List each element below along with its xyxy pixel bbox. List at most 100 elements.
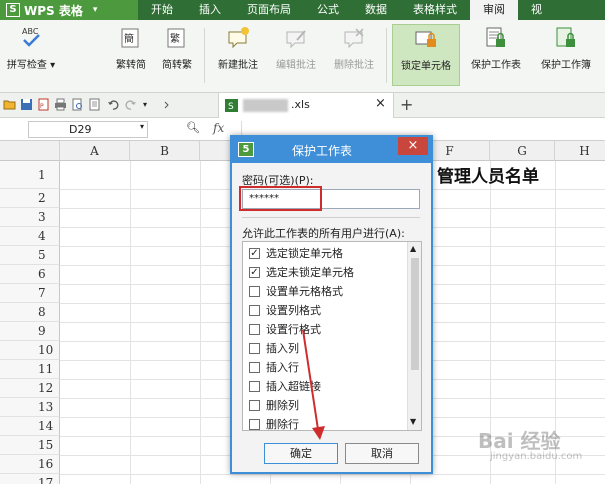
permission-item[interactable]: ✓ 选定锁定单元格 [249, 244, 343, 262]
tab-home[interactable]: 开始 [138, 0, 186, 20]
customize-caret-icon[interactable]: ▾ [143, 100, 156, 113]
tab-insert[interactable]: 插入 [186, 0, 234, 20]
permission-item[interactable]: 设置列格式 [249, 301, 321, 319]
edit-comment-button[interactable]: 编辑批注 [271, 24, 321, 86]
row-header[interactable]: 5 [0, 246, 60, 265]
row-header[interactable]: 13 [0, 398, 60, 417]
column-header[interactable]: A [60, 141, 130, 161]
simp-to-trad-label: 简转繁 [162, 60, 192, 71]
tab-table-style[interactable]: 表格样式 [400, 0, 470, 20]
wps-logo-icon: S [6, 3, 20, 17]
checkbox[interactable] [249, 323, 260, 335]
tab-formulas[interactable]: 公式 [304, 0, 352, 20]
row-header[interactable]: 15 [0, 436, 60, 455]
list-scrollbar[interactable]: ▲ ▼ [407, 242, 421, 430]
select-all-corner[interactable] [0, 141, 60, 161]
tab-review[interactable]: 审阅 [470, 0, 518, 20]
checkbox[interactable] [249, 380, 260, 392]
more-icon[interactable] [162, 98, 175, 111]
open-folder-icon[interactable] [3, 98, 16, 111]
permission-label: 选定锁定单元格 [266, 247, 343, 260]
row-header[interactable]: 11 [0, 360, 60, 379]
new-tab-icon[interactable]: + [400, 95, 413, 114]
delete-comment-button[interactable]: 删除批注 [329, 24, 379, 86]
checkbox[interactable] [249, 399, 260, 411]
row-header[interactable]: 16 [0, 455, 60, 474]
row-header[interactable]: 1 [0, 161, 60, 189]
permissions-list[interactable]: ✓ 选定锁定单元格 ✓ 选定未锁定单元格 设置单元格格式 设置列格式 设置行格式 插… [242, 241, 422, 431]
dialog-close-button[interactable]: × [398, 137, 428, 155]
name-box-caret-icon[interactable]: ▾ [140, 122, 144, 131]
lock-cell-button[interactable]: 锁定单元格 [392, 24, 460, 86]
permission-label: 设置列格式 [266, 304, 321, 317]
column-header[interactable]: B [130, 141, 200, 161]
protect-sheet-dialog: 5 保护工作表 × 密码(可选)(P): ****** 允许此工作表的所有用户进… [230, 135, 433, 474]
print-preview-icon[interactable] [71, 98, 84, 111]
permission-item[interactable]: 删除列 [249, 396, 299, 414]
tab-page-layout[interactable]: 页面布局 [234, 0, 304, 20]
checkbox[interactable] [249, 342, 260, 354]
protect-book-button[interactable]: 保护工作簿 [533, 24, 599, 86]
row-header[interactable]: 7 [0, 284, 60, 303]
app-menu-button[interactable]: S WPS 表格 ▾ [0, 0, 138, 20]
close-tab-icon[interactable]: × [375, 96, 386, 111]
column-header[interactable]: G [490, 141, 555, 161]
ribbon-separator [386, 28, 387, 83]
row-header[interactable]: 9 [0, 322, 60, 341]
column-header[interactable]: H [555, 141, 605, 161]
redo-icon[interactable] [124, 98, 137, 111]
permission-item[interactable]: 插入列 [249, 339, 299, 357]
spellcheck-button[interactable]: ABC 拼写检查 ▾ [4, 24, 58, 86]
permission-item[interactable]: 设置行格式 [249, 320, 321, 338]
trad-to-simp-button[interactable]: 簡 繁转简 [110, 24, 152, 86]
ribbon-separator [204, 28, 205, 83]
checkbox[interactable] [249, 285, 260, 297]
sheet-title-cell[interactable]: 管理人员名单 [437, 162, 539, 187]
row-header[interactable]: 17 [0, 474, 60, 484]
ok-button[interactable]: 确定 [264, 443, 338, 464]
row-header[interactable]: 4 [0, 227, 60, 246]
function-icon[interactable]: fx [213, 121, 224, 135]
scroll-up-icon[interactable]: ▲ [410, 244, 416, 253]
checkbox-checked[interactable]: ✓ [249, 266, 260, 278]
spellcheck-icon: ABC [17, 24, 45, 52]
row-header[interactable]: 12 [0, 379, 60, 398]
zoom-icon[interactable]: 🔍︎ [186, 121, 200, 134]
row-header[interactable]: 6 [0, 265, 60, 284]
checkbox[interactable] [249, 304, 260, 316]
row-header[interactable]: 2 [0, 189, 60, 208]
permission-item[interactable]: 设置单元格格式 [249, 282, 343, 300]
row-header[interactable]: 10 [0, 341, 60, 360]
tab-data[interactable]: 数据 [352, 0, 400, 20]
undo-icon[interactable] [107, 98, 120, 111]
permission-item[interactable]: 删除行 [249, 415, 299, 430]
lock-cell-label: 锁定单元格 [401, 61, 451, 72]
checkbox-checked[interactable]: ✓ [249, 247, 260, 259]
tab-view[interactable]: 视 [518, 0, 555, 20]
excel-file-icon: S [225, 99, 238, 112]
permission-item[interactable]: ✓ 选定未锁定单元格 [249, 263, 354, 281]
checkbox[interactable] [249, 361, 260, 373]
simp-to-trad-button[interactable]: 繁 简转繁 [156, 24, 198, 86]
spellcheck-label: 拼写检查 [6, 60, 47, 71]
row-header[interactable]: 3 [0, 208, 60, 227]
scroll-down-icon[interactable]: ▼ [410, 417, 416, 426]
name-box[interactable]: D29 [28, 121, 148, 138]
export-pdf-icon[interactable]: P [37, 98, 50, 111]
dialog-titlebar[interactable]: 5 保护工作表 × [232, 137, 431, 163]
page-view-icon[interactable] [88, 98, 101, 111]
permission-item[interactable]: 插入行 [249, 358, 299, 376]
print-icon[interactable] [54, 98, 67, 111]
row-header[interactable]: 14 [0, 417, 60, 436]
new-comment-button[interactable]: 新建批注 [213, 24, 263, 86]
save-icon[interactable] [20, 98, 33, 111]
permission-item[interactable]: 插入超链接 [249, 377, 321, 395]
lock-cell-icon [412, 25, 440, 53]
protect-sheet-button[interactable]: 保护工作表 [465, 24, 527, 86]
watermark-logo: Bai 经验 [478, 429, 561, 453]
document-tab[interactable]: S .xls × [218, 93, 394, 118]
scrollbar-thumb[interactable] [411, 258, 419, 370]
checkbox[interactable] [249, 418, 260, 430]
cancel-button[interactable]: 取消 [345, 443, 419, 464]
row-header[interactable]: 8 [0, 303, 60, 322]
